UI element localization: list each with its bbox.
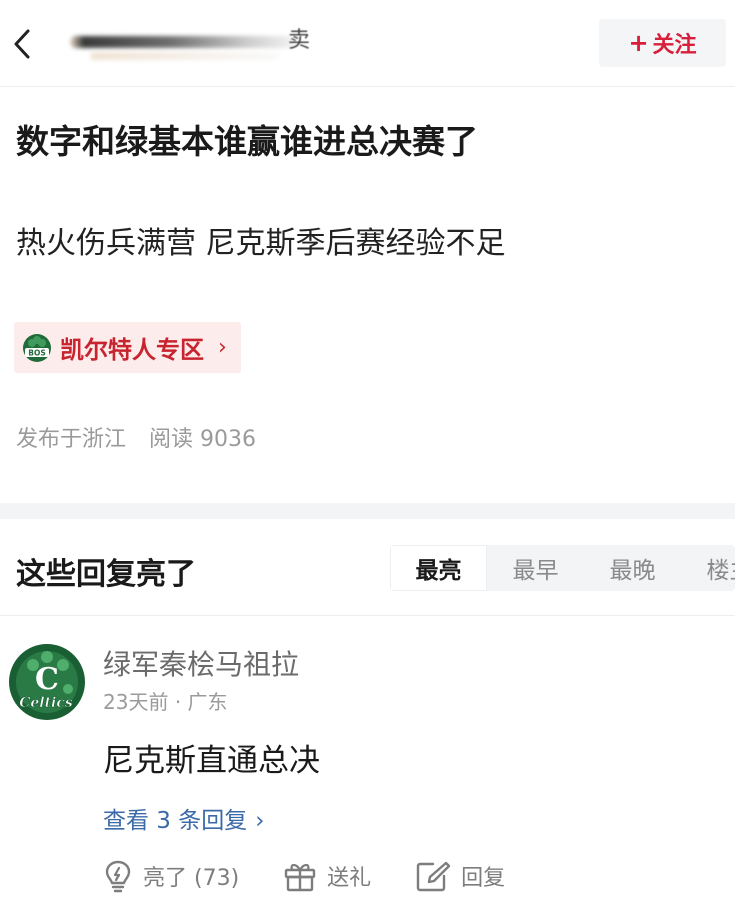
like-button[interactable]: 亮了 (73) [103, 859, 239, 893]
edit-reply-icon [416, 861, 451, 892]
plus-icon: + [628, 29, 649, 57]
sort-tab-op[interactable]: 楼主 [681, 545, 735, 591]
chevron-right-icon: › [255, 808, 265, 834]
avatar-logo-text: Celtics [19, 695, 73, 711]
comment-item: C Celtics 绿军秦桧马祖拉 23天前 · 广东 尼克斯直通总决 查看 3… [0, 615, 735, 919]
top-bar: 卖 + 关注 [0, 0, 735, 87]
author-name-obscured[interactable]: 卖 [70, 22, 310, 62]
comment-actions: 亮了 (73) 送礼 回复 [103, 853, 549, 899]
blur-mask [70, 36, 295, 48]
like-label: 亮了 (73) [143, 866, 240, 891]
avatar[interactable]: C Celtics [8, 643, 86, 721]
svg-text:C: C [35, 662, 59, 697]
comment-time: 23天前 [103, 690, 169, 714]
follow-label: 关注 [652, 33, 697, 58]
replies-section-title: 这些回复亮了 [16, 557, 196, 592]
zone-tag-celtics[interactable]: BOS 凯尔特人专区 › [14, 322, 241, 373]
post-meta: 发布于浙江 阅读 9036 [16, 421, 256, 453]
read-count: 阅读 9036 [149, 427, 256, 452]
gift-icon [284, 863, 316, 892]
reply-button[interactable]: 回复 [415, 860, 505, 892]
gift-label: 送礼 [327, 866, 372, 891]
gift-button[interactable]: 送礼 [283, 860, 371, 892]
celtics-bos-logo-icon: BOS [23, 333, 51, 362]
author-name-fragment: 卖 [288, 28, 311, 53]
sort-tab-brightest[interactable]: 最亮 [390, 545, 487, 591]
chevron-left-icon [14, 29, 30, 59]
comment-meta: 23天前 · 广东 [103, 686, 228, 715]
comment-username[interactable]: 绿军秦桧马祖拉 [103, 643, 299, 683]
lightbulb-icon [105, 860, 131, 893]
follow-button[interactable]: + 关注 [599, 19, 726, 67]
post-body: 热火伤兵满营 尼克斯季后赛经验不足 [16, 226, 506, 261]
bos-logo-text: BOS [28, 348, 46, 357]
meta-separator: · [174, 690, 188, 714]
celtics-avatar-icon: C Celtics [9, 644, 85, 720]
chevron-right-icon: › [218, 335, 227, 360]
sort-tab-earliest[interactable]: 最早 [487, 545, 584, 591]
comment-text: 尼克斯直通总决 [103, 743, 320, 779]
published-location: 发布于浙江 [16, 427, 127, 452]
view-replies-label: 查看 3 条回复 [103, 808, 248, 834]
comment-location: 广东 [187, 690, 228, 714]
section-divider [0, 503, 735, 519]
sort-tabs: 最亮 最早 最晚 楼主 [390, 545, 735, 591]
blur-mask-secondary [90, 52, 280, 60]
post-title: 数字和绿基本谁赢谁进总决赛了 [16, 122, 478, 161]
sort-tab-latest[interactable]: 最晚 [584, 545, 681, 591]
view-replies-link[interactable]: 查看 3 条回复 › [103, 801, 264, 835]
zone-tag-label: 凯尔特人专区 [60, 336, 204, 364]
replies-header: 这些回复亮了 最亮 最早 最晚 楼主 [0, 519, 735, 616]
reply-label: 回复 [461, 866, 506, 891]
back-button[interactable] [8, 24, 36, 64]
